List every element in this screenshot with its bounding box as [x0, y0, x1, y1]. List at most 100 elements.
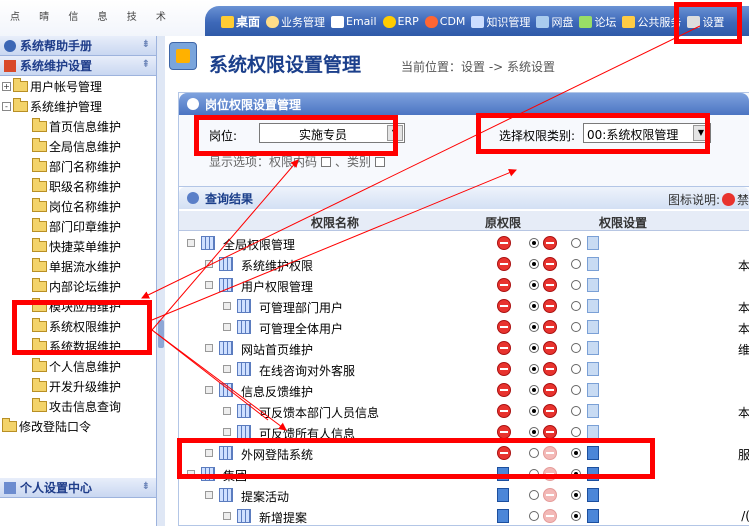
tree-line-icon: [223, 512, 231, 520]
radio-allow[interactable]: [571, 364, 581, 374]
radio-deny[interactable]: [529, 280, 539, 290]
tree-item-label: 部门印章维护: [49, 219, 122, 234]
folder-icon: [32, 117, 47, 132]
permission-name: 提案活动: [241, 490, 290, 504]
radio-allow[interactable]: [571, 322, 581, 332]
tree-item-label: 全局信息维护: [49, 139, 122, 154]
tree-item[interactable]: 系统权限维护: [32, 316, 121, 336]
tree-item[interactable]: - 系统维护管理: [2, 96, 102, 116]
collapse-icon[interactable]: ⇟: [142, 39, 150, 50]
radio-allow[interactable]: [571, 490, 581, 500]
tree-item[interactable]: 攻击信息查询: [32, 396, 121, 416]
stop-icon: [497, 320, 511, 334]
checkbox-category[interactable]: [375, 156, 386, 167]
table-row: 信息反馈维护: [179, 380, 749, 401]
radio-deny[interactable]: [529, 406, 539, 416]
radio-allow[interactable]: [571, 385, 581, 395]
tree-item[interactable]: 部门名称维护: [32, 156, 121, 176]
radio-deny[interactable]: [529, 469, 539, 479]
tree-item[interactable]: 职级名称维护: [32, 176, 121, 196]
chevron-down-icon[interactable]: ▼: [693, 125, 709, 141]
tree-item[interactable]: 岗位名称维护: [32, 196, 121, 216]
radio-allow[interactable]: [571, 448, 581, 458]
tree-item[interactable]: 开发升级维护: [32, 376, 121, 396]
sidebar-scrollbar[interactable]: [157, 36, 165, 526]
nav-email[interactable]: Email: [331, 13, 377, 30]
filter-section-header[interactable]: 岗位权限设置管理: [179, 93, 749, 115]
expand-icon[interactable]: ⇟: [142, 481, 150, 492]
stop-icon: [497, 383, 511, 397]
radio-deny[interactable]: [529, 364, 539, 374]
expand-icon[interactable]: +: [2, 81, 11, 91]
tree-line-icon: [205, 491, 213, 499]
folder-icon: [32, 397, 47, 412]
radio-allow[interactable]: [571, 427, 581, 437]
radio-allow[interactable]: [571, 238, 581, 248]
radio-deny[interactable]: [529, 448, 539, 458]
tree-item[interactable]: 部门印章维护: [32, 216, 121, 236]
book-icon: [587, 467, 599, 481]
radio-deny[interactable]: [529, 385, 539, 395]
tree-item[interactable]: 修改登陆口令: [2, 416, 91, 436]
radio-deny[interactable]: [529, 343, 539, 353]
module-icon: [201, 467, 215, 481]
collapse-icon[interactable]: ⇞: [142, 59, 150, 70]
tree-item[interactable]: 单据流水维护: [32, 256, 121, 276]
tree-item[interactable]: 全局信息维护: [32, 136, 121, 156]
nav-public-service[interactable]: 公共服务: [622, 13, 681, 30]
results-section-header[interactable]: 查询结果: [179, 187, 749, 209]
radio-deny[interactable]: [529, 427, 539, 437]
tree-item[interactable]: 系统数据维护: [32, 336, 121, 356]
person-icon: [266, 15, 280, 28]
permission-type-select[interactable]: 00:系统权限管理 ▼: [583, 123, 711, 143]
nav-erp[interactable]: ERP: [382, 13, 419, 30]
tree-item[interactable]: 内部论坛维护: [32, 276, 121, 296]
tree-item[interactable]: 个人信息维护: [32, 356, 121, 376]
folder-icon: [32, 157, 47, 172]
position-select[interactable]: 实施专员 ▼: [259, 123, 405, 143]
folder-icon: [32, 277, 47, 292]
table-row: 全局权限管理: [179, 233, 749, 254]
tree-item[interactable]: 模块应用维护: [32, 296, 121, 316]
nav-disk[interactable]: 网盘: [536, 13, 573, 30]
radio-allow[interactable]: [571, 406, 581, 416]
radio-deny[interactable]: [529, 490, 539, 500]
radio-allow[interactable]: [571, 469, 581, 479]
radio-deny[interactable]: [529, 322, 539, 332]
checkbox-code[interactable]: [321, 156, 332, 167]
table-row: 网站首页维护 维: [179, 338, 749, 359]
collapse-icon[interactable]: -: [2, 101, 11, 111]
book-icon: [587, 362, 599, 376]
panel-help-manual[interactable]: 系统帮助手册 ⇟: [0, 36, 156, 56]
folder-icon: [32, 377, 47, 392]
radio-deny[interactable]: [529, 238, 539, 248]
stop-icon: [543, 236, 557, 250]
permission-desc: /(: [741, 509, 749, 523]
radio-allow[interactable]: [571, 343, 581, 353]
chevron-down-icon[interactable]: ▼: [387, 125, 403, 141]
tree-item-label: 开发升级维护: [49, 379, 122, 394]
nav-knowledge[interactable]: 知识管理: [471, 13, 530, 30]
permission-name: 可管理部门用户: [259, 301, 344, 315]
radio-allow[interactable]: [571, 301, 581, 311]
radio-allow[interactable]: [571, 259, 581, 269]
stop-icon: [497, 236, 511, 250]
panel-system-maintenance[interactable]: 系统维护设置 ⇞: [0, 56, 156, 76]
module-icon: [219, 278, 233, 292]
panel-personal-settings[interactable]: 个人设置中心 ⇟: [0, 478, 156, 498]
scroll-thumb[interactable]: [158, 320, 164, 348]
radio-deny[interactable]: [529, 259, 539, 269]
radio-deny[interactable]: [529, 301, 539, 311]
nav-business[interactable]: 业务管理: [266, 13, 325, 30]
radio-deny[interactable]: [529, 511, 539, 521]
radio-allow[interactable]: [571, 280, 581, 290]
nav-desktop[interactable]: 桌面: [221, 13, 260, 30]
nav-forum[interactable]: 论坛: [579, 13, 616, 30]
tree-item[interactable]: + 用户帐号管理: [2, 76, 102, 96]
nav-cdm[interactable]: CDM: [424, 13, 465, 30]
nav-settings[interactable]: 设置: [687, 13, 724, 30]
folder-icon: [32, 297, 47, 312]
tree-item[interactable]: 首页信息维护: [32, 116, 121, 136]
tree-item[interactable]: 快捷菜单维护: [32, 236, 121, 256]
radio-allow[interactable]: [571, 511, 581, 521]
